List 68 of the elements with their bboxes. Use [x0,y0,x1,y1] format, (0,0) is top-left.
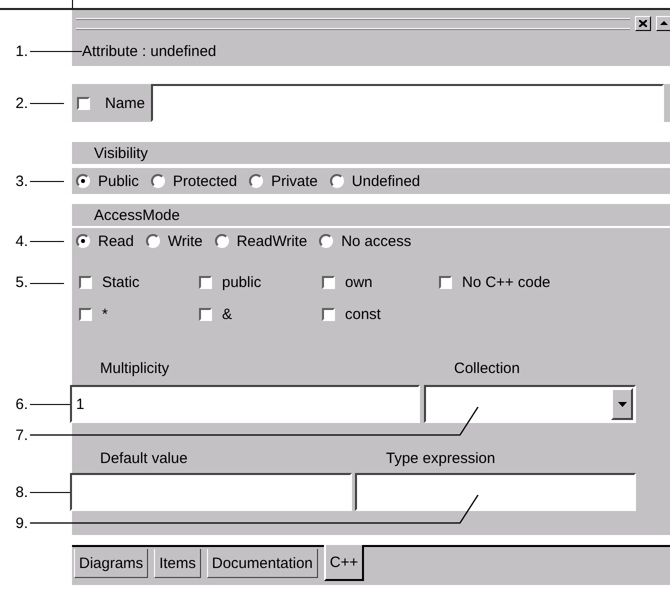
checkbox-label[interactable]: Name [105,94,146,112]
type-expression-field[interactable] [355,473,636,511]
checkbox-label[interactable]: * [102,306,108,323]
group-label: Visibility [94,144,148,162]
checkbox-label[interactable]: No C++ code [462,274,550,291]
collection-dropdown[interactable] [424,385,636,423]
leader-line [30,240,64,242]
checkbox[interactable] [322,308,335,321]
checkbox[interactable] [79,276,92,289]
leader-line [30,180,64,182]
radio-button[interactable] [330,174,344,188]
leader-line [30,50,82,52]
group-label: AccessMode [94,206,180,224]
multiplicity-field[interactable]: 1 [70,385,420,423]
checkbox[interactable] [79,308,92,321]
field-label: Multiplicity [100,360,170,376]
panel-header: Attribute : undefined [82,42,216,60]
close-button[interactable] [635,16,651,30]
radio-button[interactable] [214,234,229,248]
checkbox-label[interactable]: const [345,306,381,323]
callout-number: 1. [14,42,29,60]
checkbox-label[interactable]: public [222,274,262,291]
callout-number: 9. [14,514,29,532]
tab[interactable]: Items [154,549,201,578]
callout-number: 6. [14,396,29,412]
radio-button[interactable] [76,174,90,188]
radio-button[interactable] [150,174,165,188]
field-label: Type expression [386,450,496,466]
radio-label[interactable]: Write [168,232,203,250]
radio-button[interactable] [76,234,90,248]
radio-button[interactable] [319,234,334,248]
caret-up-icon [660,21,668,25]
checkbox-label[interactable]: & [222,306,232,323]
callout-number: 5. [14,274,29,291]
checkbox[interactable] [439,276,452,289]
radio-label[interactable]: Read [98,232,134,250]
radio-label[interactable]: Protected [172,172,238,190]
checkbox[interactable] [77,96,90,110]
close-icon [639,20,647,26]
callout-number: 4. [14,232,29,250]
callout-number: 8. [14,484,29,500]
default-value-field[interactable] [70,473,352,511]
caret-down-icon [618,402,626,406]
checkbox[interactable] [199,276,212,289]
tab[interactable]: C++ [324,545,364,581]
callout-number: 2. [14,94,29,112]
checkbox[interactable] [322,276,335,289]
name-field[interactable] [151,84,664,122]
radio-label[interactable]: ReadWrite [236,232,308,250]
radio-button[interactable] [146,234,160,248]
checkbox-label[interactable]: own [345,274,373,291]
field-label: Default value [100,450,189,466]
radio-label[interactable]: Undefined [352,172,420,190]
callout-number: 3. [14,172,29,190]
radio-button[interactable] [249,174,264,188]
radio-label[interactable]: No access [341,232,412,250]
tab[interactable]: Documentation [206,549,318,578]
checkbox[interactable] [199,308,212,321]
field-label: Collection [454,360,520,376]
checkbox-label[interactable]: Static [102,274,140,291]
title-grip[interactable] [76,18,630,28]
tab[interactable]: Diagrams [74,549,148,578]
leader-line [30,102,64,104]
radio-label[interactable]: Public [98,172,139,190]
scroll-up-button[interactable] [656,16,670,30]
radio-label[interactable]: Private [271,172,318,190]
leader-line [30,283,64,284]
callout-number: 7. [14,426,29,444]
